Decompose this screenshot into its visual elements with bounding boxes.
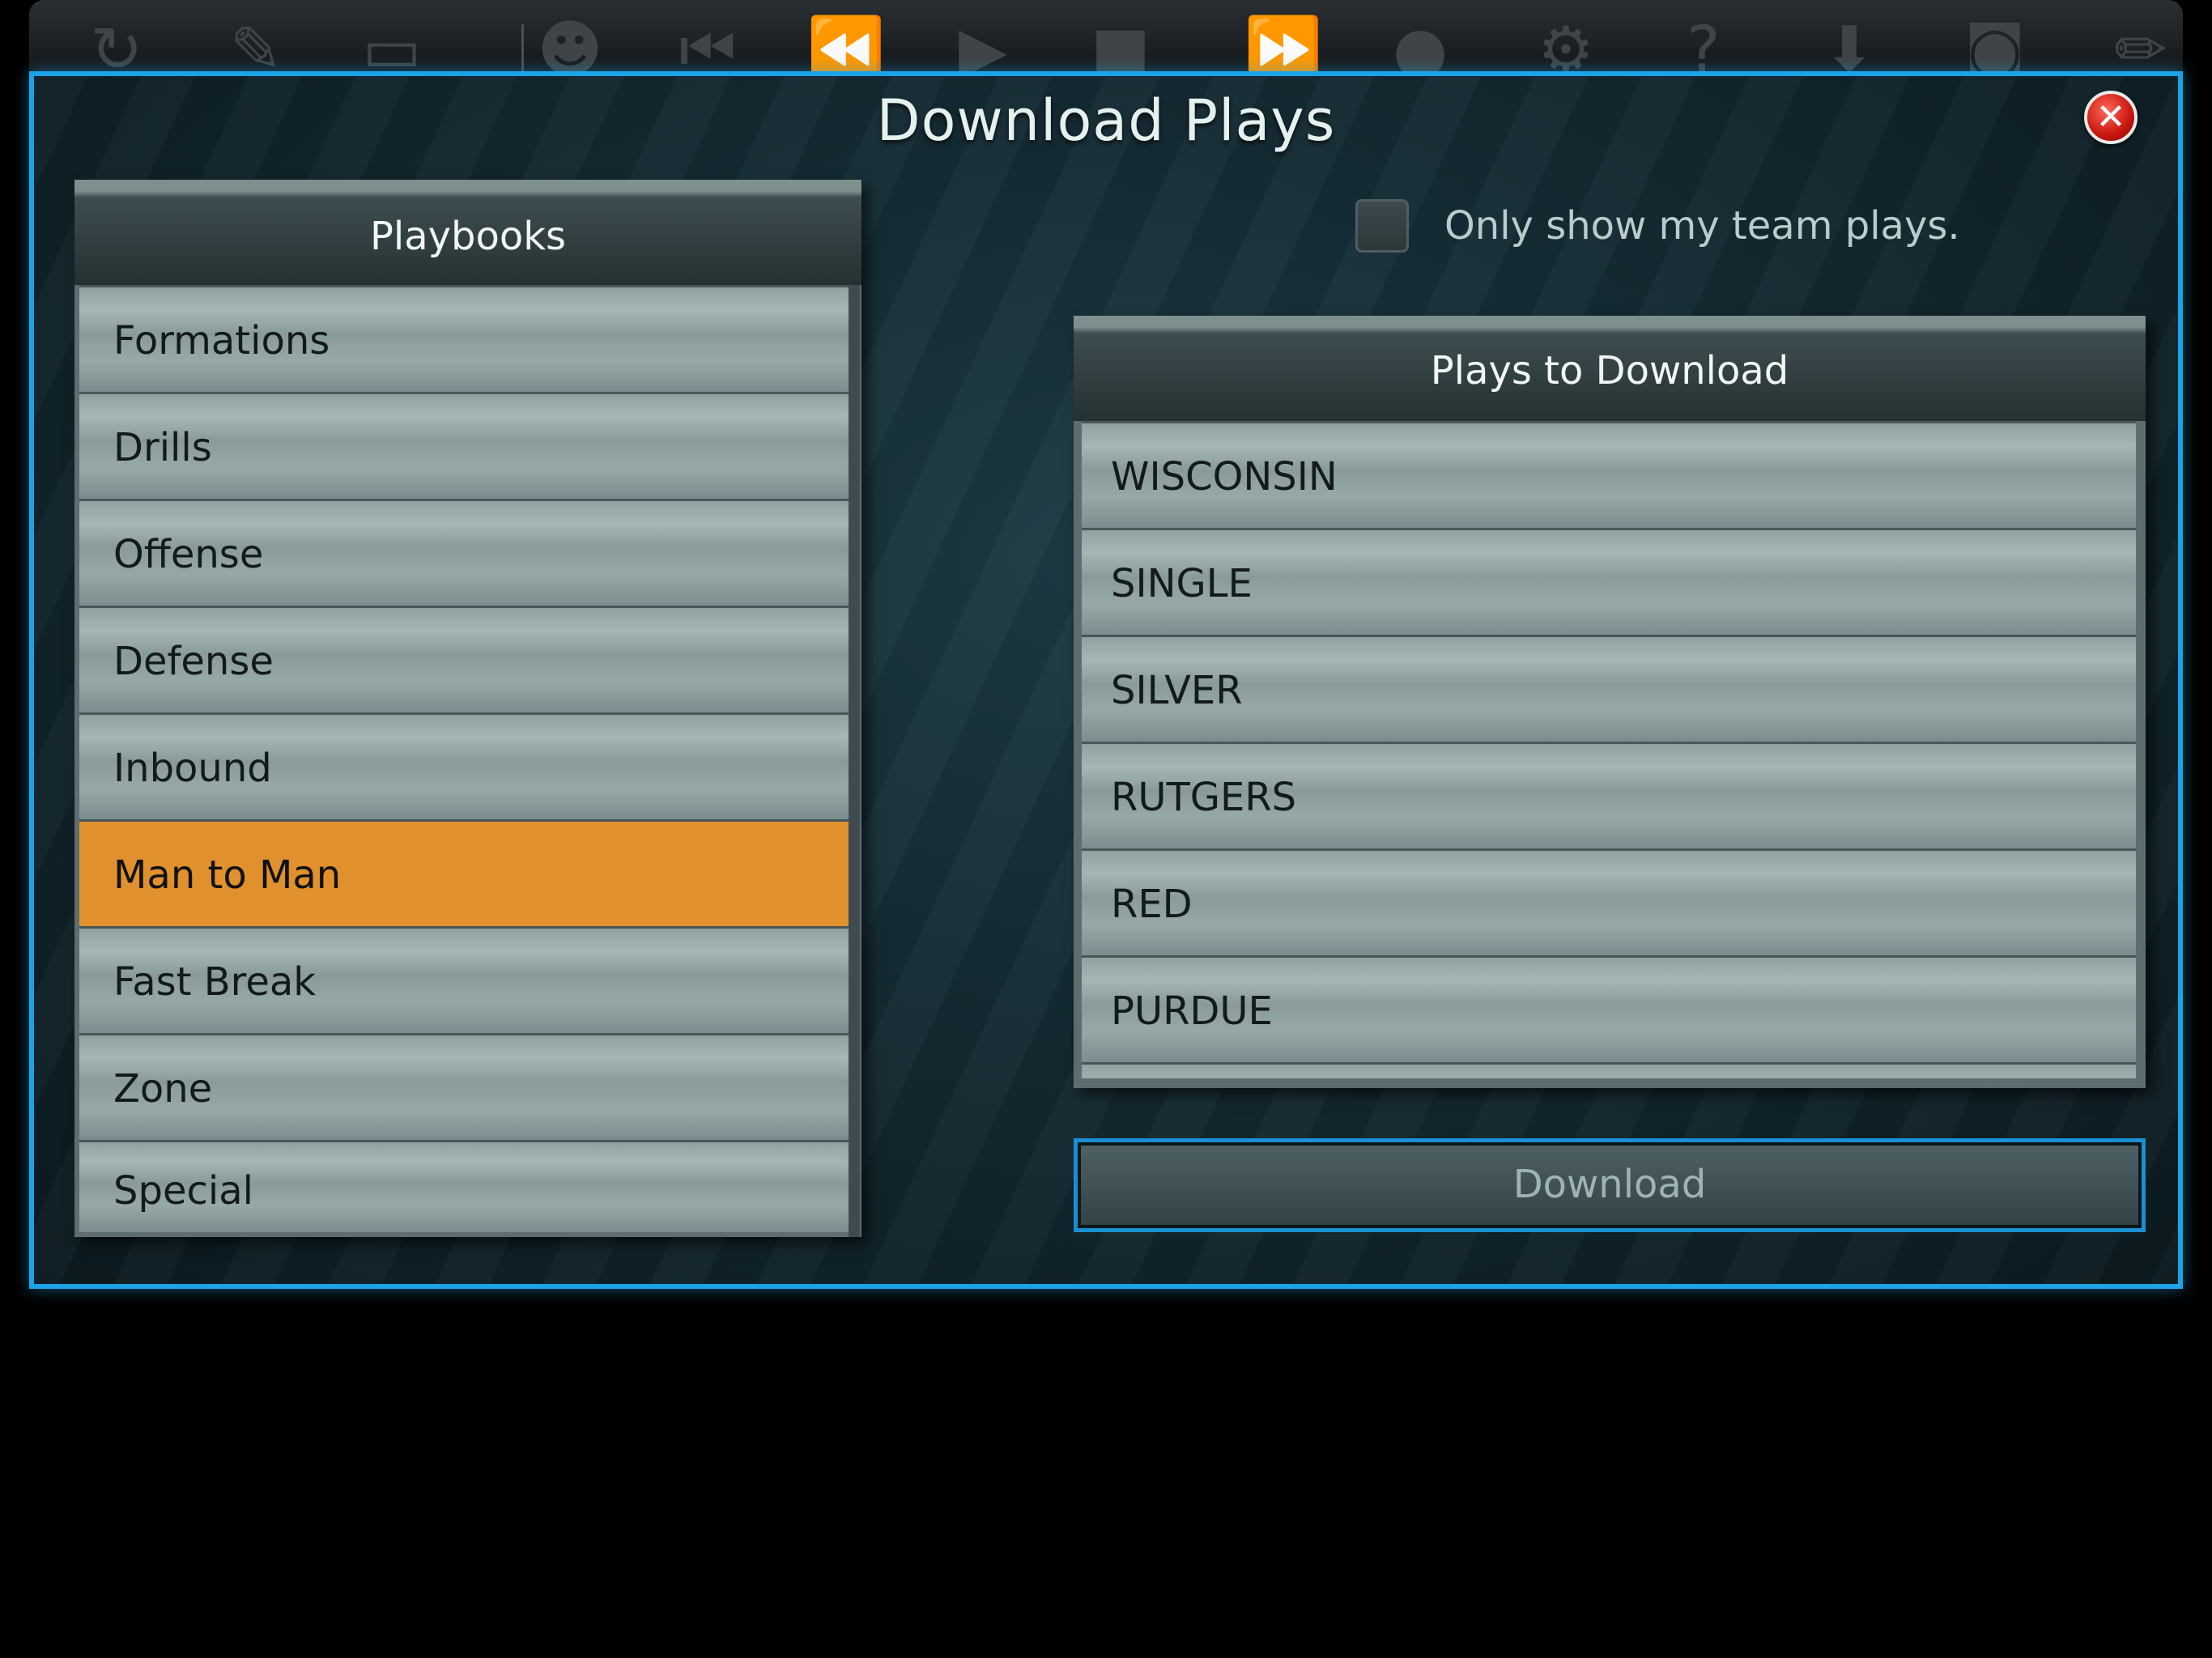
team-filter-label[interactable]: Only show my team plays. — [1444, 199, 1960, 253]
play-item[interactable]: PURDUE — [1082, 955, 2136, 1062]
playbooks-list[interactable]: Formations Drills Offense Defense Inboun… — [79, 285, 849, 1232]
playbook-item[interactable]: Offense — [79, 499, 849, 606]
playbooks-panel: Playbooks Formations Drills Offense Defe… — [74, 180, 861, 1237]
play-item[interactable]: WISCONSIN — [1082, 421, 2136, 528]
plays-panel: Plays to Download WISCONSIN SINGLE SILVE… — [1074, 316, 2146, 1088]
playbooks-scrollbar[interactable] — [849, 285, 860, 1237]
playbook-item[interactable]: Zone — [79, 1033, 849, 1140]
playbook-item[interactable]: Drills — [79, 392, 849, 499]
playbook-item-selected[interactable]: Man to Man — [79, 819, 849, 926]
playbook-item[interactable]: Defense — [79, 606, 849, 712]
playbook-item[interactable]: Fast Break — [79, 926, 849, 1033]
top-toolbar: ↻ ✎ ▭ ☻ ⏮ ⏪ ▶ ■ ⏩ ● ⚙ ? ⬇ ◙ ✏ — [29, 0, 2183, 83]
play-item[interactable]: SILVER — [1082, 635, 2136, 742]
plays-header: Plays to Download — [1074, 316, 2146, 421]
play-item[interactable]: RED — [1082, 848, 2136, 955]
download-plays-dialog: Download Plays ✕ Playbooks Formations Dr… — [29, 71, 2183, 1289]
play-item-partial[interactable] — [1082, 1062, 2136, 1078]
plays-list[interactable]: WISCONSIN SINGLE SILVER RUTGERS RED PURD… — [1082, 421, 2136, 1078]
play-item[interactable]: RUTGERS — [1082, 742, 2136, 848]
toolbar-divider — [521, 24, 524, 73]
playbook-item[interactable]: Formations — [79, 285, 849, 392]
download-button[interactable]: Download — [1074, 1138, 2146, 1232]
dialog-title: Download Plays — [876, 87, 1336, 154]
playbooks-header: Playbooks — [74, 180, 861, 285]
close-icon[interactable]: ✕ — [2084, 91, 2138, 144]
playbook-item[interactable]: Inbound — [79, 712, 849, 819]
team-filter-checkbox[interactable] — [1355, 199, 1409, 253]
play-item[interactable]: SINGLE — [1082, 528, 2136, 635]
playbook-item[interactable]: Special — [79, 1140, 849, 1232]
